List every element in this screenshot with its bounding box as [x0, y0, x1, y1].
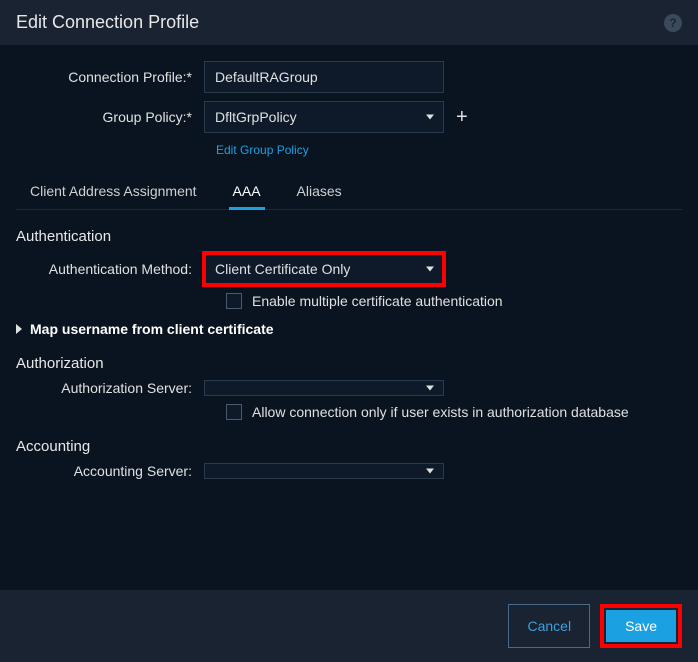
- authorization-section-title: Authorization: [16, 355, 682, 372]
- authz-server-select[interactable]: [204, 380, 444, 396]
- authz-server-row: Authorization Server:: [16, 380, 682, 396]
- allow-only-checkbox[interactable]: [226, 404, 242, 420]
- tab-aaa[interactable]: AAA: [229, 175, 265, 210]
- tabs: Client Address Assignment AAA Aliases: [16, 175, 682, 210]
- authz-server-label: Authorization Server:: [24, 380, 204, 396]
- authentication-section-title: Authentication: [16, 228, 682, 245]
- auth-method-label: Authentication Method:: [24, 261, 204, 277]
- cancel-button[interactable]: Cancel: [508, 604, 590, 648]
- acct-server-row: Accounting Server:: [16, 463, 682, 479]
- map-username-expander[interactable]: Map username from client certificate: [16, 321, 682, 337]
- connection-profile-row: Connection Profile:*: [16, 61, 682, 93]
- auth-method-select[interactable]: Client Certificate Only: [204, 253, 444, 285]
- allow-only-row: Allow connection only if user exists in …: [226, 404, 682, 420]
- allow-only-label: Allow connection only if user exists in …: [252, 404, 629, 420]
- authz-server-value: [204, 380, 444, 396]
- chevron-right-icon: [16, 324, 22, 334]
- enable-multi-cert-label: Enable multiple certificate authenticati…: [252, 293, 503, 309]
- save-button[interactable]: Save: [606, 610, 676, 642]
- enable-multi-cert-checkbox[interactable]: [226, 293, 242, 309]
- auth-method-row: Authentication Method: Client Certificat…: [16, 253, 682, 285]
- group-policy-value: DfltGrpPolicy: [204, 101, 444, 133]
- auth-method-value: Client Certificate Only: [204, 253, 444, 285]
- acct-server-value: [204, 463, 444, 479]
- map-username-label: Map username from client certificate: [30, 321, 274, 337]
- enable-multi-cert-row: Enable multiple certificate authenticati…: [226, 293, 682, 309]
- group-policy-row: Group Policy:* DfltGrpPolicy +: [16, 101, 682, 133]
- save-highlight: Save: [600, 604, 682, 648]
- group-policy-select[interactable]: DfltGrpPolicy: [204, 101, 444, 133]
- edit-group-policy-link[interactable]: Edit Group Policy: [216, 143, 309, 157]
- dialog-content: Connection Profile:* Group Policy:* Dflt…: [0, 45, 698, 590]
- accounting-section-title: Accounting: [16, 438, 682, 455]
- acct-server-label: Accounting Server:: [24, 463, 204, 479]
- add-group-policy-button[interactable]: +: [456, 107, 468, 127]
- acct-server-select[interactable]: [204, 463, 444, 479]
- dialog-title: Edit Connection Profile: [16, 12, 199, 33]
- tab-aliases[interactable]: Aliases: [293, 175, 346, 210]
- group-policy-label: Group Policy:*: [24, 109, 204, 125]
- dialog-footer: Cancel Save: [0, 590, 698, 662]
- connection-profile-label: Connection Profile:*: [24, 69, 204, 85]
- tab-client-address[interactable]: Client Address Assignment: [26, 175, 201, 210]
- connection-profile-input[interactable]: [204, 61, 444, 93]
- dialog-header: Edit Connection Profile ?: [0, 0, 698, 45]
- help-icon[interactable]: ?: [664, 14, 682, 32]
- edit-connection-dialog: Edit Connection Profile ? Connection Pro…: [0, 0, 698, 662]
